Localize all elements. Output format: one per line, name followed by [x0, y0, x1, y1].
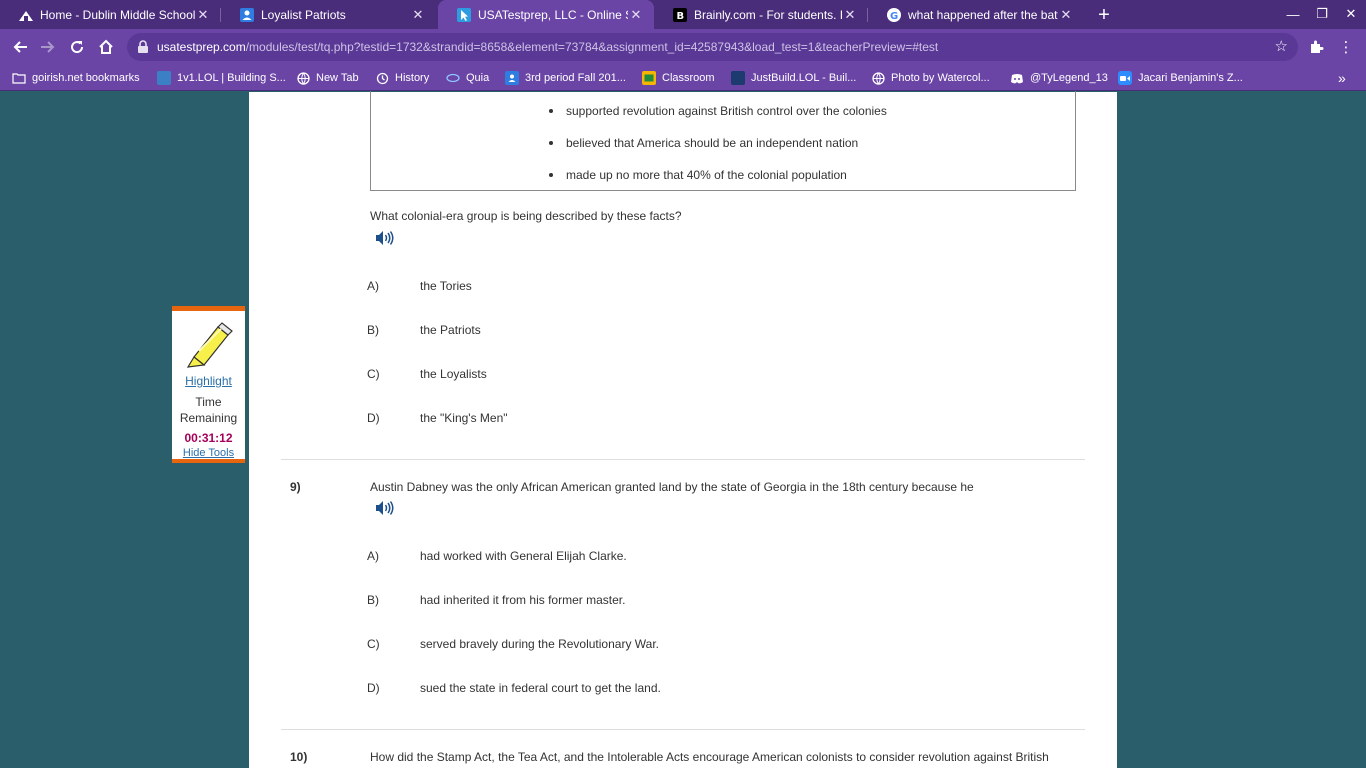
bookmark-1v1lol[interactable]: 1v1.LOL | Building S... — [157, 69, 286, 87]
quia-icon — [446, 71, 460, 85]
bookmark-zoom[interactable]: Jacari Benjamin's Z... — [1118, 69, 1243, 87]
option-c-text[interactable]: served bravely during the Revolutionary … — [420, 637, 659, 651]
option-b-text[interactable]: had inherited it from his former master. — [420, 593, 625, 607]
browser-toolbar: usatestprep.com/modules/test/tq.php?test… — [0, 29, 1366, 65]
option-d-letter[interactable]: D) — [367, 681, 380, 695]
school-icon — [18, 7, 34, 23]
more-bookmarks-icon[interactable]: » — [1338, 69, 1346, 87]
close-icon[interactable]: ✕ — [1058, 7, 1074, 23]
classroom-icon — [642, 71, 656, 85]
question-9-text: Austin Dabney was the only African Ameri… — [370, 480, 974, 494]
folder-icon — [12, 71, 26, 85]
question-10-text: How did the Stamp Act, the Tea Act, and … — [370, 750, 1049, 764]
tab-title: what happened after the battle o — [908, 7, 1058, 22]
star-icon[interactable]: ☆ — [1275, 37, 1288, 55]
tab-strip: Home - Dublin Middle School ✕ Loyalist P… — [0, 0, 1366, 29]
fact-list: supported revolution against British con… — [549, 95, 887, 191]
discord-icon — [1010, 71, 1024, 85]
list-item: supported revolution against British con… — [549, 95, 887, 127]
cursor-icon — [456, 7, 472, 23]
forward-icon[interactable] — [36, 35, 60, 59]
option-a-letter[interactable]: A) — [367, 549, 379, 563]
option-b-letter[interactable]: B) — [367, 323, 379, 337]
hide-tools-link[interactable]: Hide Tools — [172, 447, 245, 459]
list-item: made up no more that 40% of the colonial… — [549, 159, 887, 191]
option-c-text[interactable]: the Loyalists — [420, 367, 487, 381]
person-icon — [505, 71, 519, 85]
brainly-icon: B — [672, 7, 688, 23]
option-d-text[interactable]: the "King's Men" — [420, 411, 508, 425]
bookmark-goirish[interactable]: goirish.net bookmarks — [12, 69, 140, 87]
bookmark-justbuild[interactable]: JustBuild.LOL - Buil... — [731, 69, 856, 87]
svg-text:B: B — [677, 11, 685, 22]
time-remaining-value: 00:31:12 — [184, 431, 233, 445]
globe-icon — [871, 71, 885, 85]
home-icon[interactable] — [94, 35, 118, 59]
option-a-letter[interactable]: A) — [367, 279, 379, 293]
bookmark-quia[interactable]: Quia — [446, 69, 489, 87]
bookmark-classroom[interactable]: Classroom — [642, 69, 715, 87]
globe-icon — [296, 71, 310, 85]
extensions-icon[interactable] — [1304, 35, 1328, 59]
time-remaining-label: Time Remaining — [179, 395, 238, 425]
option-b-text[interactable]: the Patriots — [420, 323, 481, 337]
option-c-letter[interactable]: C) — [367, 637, 380, 651]
tab-title: Loyalist Patriots — [261, 7, 346, 22]
divider — [281, 729, 1085, 730]
zoom-icon — [1118, 71, 1132, 85]
option-a-text[interactable]: had worked with General Elijah Clarke. — [420, 549, 627, 563]
list-item: believed that America should be an indep… — [549, 127, 887, 159]
back-icon[interactable] — [8, 35, 32, 59]
game-icon — [731, 71, 745, 85]
close-window-icon[interactable]: ✕ — [1340, 4, 1362, 24]
url-text: usatestprep.com/modules/test/tq.php?test… — [157, 40, 939, 54]
tab-title: USATestprep, LLC - Online State- — [478, 7, 628, 22]
option-b-letter[interactable]: B) — [367, 593, 379, 607]
question-9-number: 9) — [290, 480, 301, 494]
passage-box: supported revolution against British con… — [370, 91, 1076, 191]
svg-text:G: G — [890, 11, 898, 22]
close-icon[interactable]: ✕ — [628, 7, 644, 23]
minimize-icon[interactable]: — — [1282, 4, 1304, 24]
bookmark-photo-watercolor[interactable]: Photo by Watercol... — [871, 69, 990, 87]
speaker-icon[interactable] — [375, 500, 395, 516]
reload-icon[interactable] — [65, 35, 89, 59]
game-icon — [157, 71, 171, 85]
tab-title: Brainly.com - For students. By st — [694, 7, 842, 22]
test-page: supported revolution against British con… — [249, 91, 1117, 768]
tab-usatestprep[interactable]: USATestprep, LLC - Online State- ✕ — [438, 0, 654, 29]
google-icon: G — [886, 7, 902, 23]
option-a-text[interactable]: the Tories — [420, 279, 472, 293]
bookmark-history[interactable]: History — [375, 69, 429, 87]
lock-icon — [137, 40, 151, 54]
bookmark-tylegend[interactable]: @TyLegend_13 — [1010, 69, 1108, 87]
close-icon[interactable]: ✕ — [195, 7, 211, 23]
option-d-letter[interactable]: D) — [367, 411, 380, 425]
restore-icon[interactable]: ❐ — [1311, 4, 1333, 24]
option-c-letter[interactable]: C) — [367, 367, 380, 381]
highlight-link[interactable]: Highlight — [172, 374, 245, 388]
highlighter-icon[interactable] — [184, 321, 234, 369]
close-icon[interactable]: ✕ — [410, 7, 426, 23]
tab-loyalist-patriots[interactable]: Loyalist Patriots ✕ — [221, 0, 436, 29]
address-bar[interactable]: usatestprep.com/modules/test/tq.php?test… — [127, 33, 1298, 61]
tab-title: Home - Dublin Middle School — [40, 7, 195, 22]
tab-google-search[interactable]: G what happened after the battle o ✕ — [868, 0, 1084, 29]
tab-dublin-middle-school[interactable]: Home - Dublin Middle School ✕ — [0, 0, 221, 29]
question-10-number: 10) — [290, 750, 308, 764]
speaker-icon[interactable] — [375, 230, 395, 246]
tools-panel: Highlight Time Remaining 00:31:12 Hide T… — [172, 306, 245, 463]
option-d-text[interactable]: sued the state in federal court to get t… — [420, 681, 661, 695]
new-tab-button[interactable]: + — [1093, 4, 1115, 26]
person-icon — [239, 7, 255, 23]
bookmarks-bar: goirish.net bookmarks 1v1.LOL | Building… — [0, 65, 1366, 91]
question-8-text: What colonial-era group is being describ… — [370, 209, 682, 223]
bookmark-3rd-period[interactable]: 3rd period Fall 201... — [505, 69, 626, 87]
menu-icon[interactable]: ⋮ — [1334, 35, 1358, 59]
bookmark-new-tab[interactable]: New Tab — [296, 69, 359, 87]
history-icon — [375, 71, 389, 85]
tab-brainly[interactable]: B Brainly.com - For students. By st ✕ — [654, 0, 868, 29]
divider — [281, 459, 1085, 460]
close-icon[interactable]: ✕ — [842, 7, 858, 23]
